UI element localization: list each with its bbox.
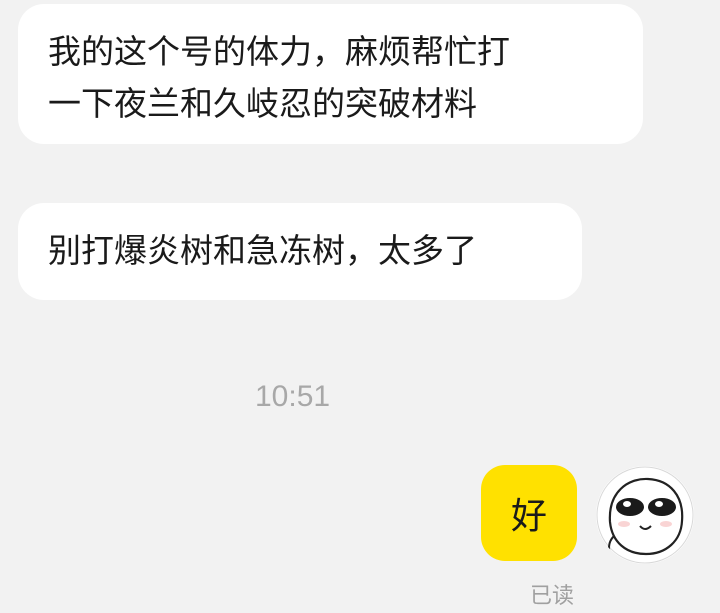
incoming-message-bubble[interactable]: 别打爆炎树和急冻树，太多了 xyxy=(18,203,582,300)
message-text-line: 我的这个号的体力，麻烦帮忙打 xyxy=(48,32,510,71)
avatar[interactable] xyxy=(596,466,694,564)
message-timestamp: 10:51 xyxy=(255,380,331,413)
cartoon-face-avatar-icon xyxy=(596,466,694,564)
read-status: 已读 xyxy=(530,584,575,609)
message-text: 好 xyxy=(510,496,547,537)
incoming-message-bubble[interactable]: 我的这个号的体力，麻烦帮忙打 一下夜兰和久岐忍的突破材料 xyxy=(18,4,643,144)
outgoing-message-bubble[interactable]: 好 xyxy=(481,465,577,561)
message-text-line: 一下夜兰和久岐忍的突破材料 xyxy=(48,84,477,123)
message-text: 别打爆炎树和急冻树，太多了 xyxy=(48,231,477,270)
